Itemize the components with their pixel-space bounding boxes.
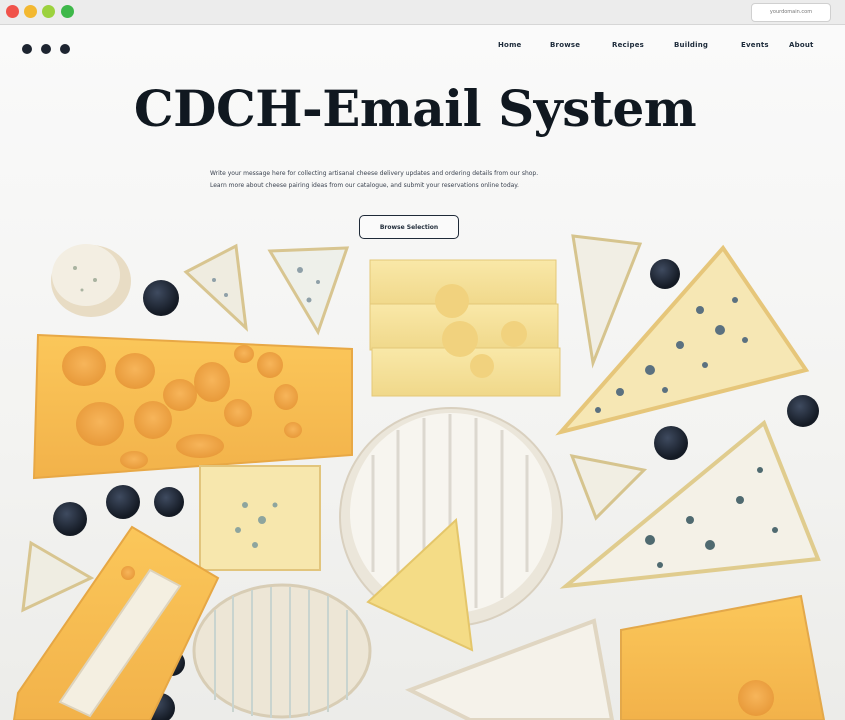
brie-wheel bbox=[339, 407, 563, 652]
aged-cheese-block bbox=[620, 594, 826, 720]
blue-cheese-wedge bbox=[569, 454, 648, 521]
cheese-board-image bbox=[12, 234, 826, 720]
round-cheese bbox=[51, 244, 131, 317]
blue-cheese-wedge bbox=[183, 243, 248, 332]
swiss-cheese-block bbox=[32, 333, 353, 480]
blue-cheese-wedge bbox=[571, 234, 643, 369]
sliced-cheese-stack bbox=[369, 259, 561, 397]
striped-round-cheese bbox=[192, 583, 372, 719]
browser-window: yourdomain.com Home Browse Recipes Build… bbox=[0, 0, 845, 720]
blue-cheese-square bbox=[199, 465, 321, 571]
blue-cheese-wedge bbox=[267, 246, 350, 336]
